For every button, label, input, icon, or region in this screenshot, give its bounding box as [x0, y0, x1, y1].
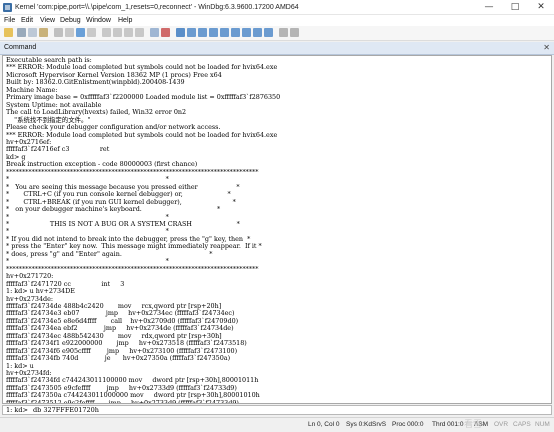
disassembly-icon[interactable]	[242, 28, 251, 37]
restart-icon[interactable]	[65, 28, 74, 37]
paste-icon[interactable]	[39, 28, 48, 37]
callstack-icon[interactable]	[231, 28, 240, 37]
menu-debug[interactable]: Debug	[60, 16, 81, 25]
cut-icon[interactable]	[17, 28, 26, 37]
break-icon[interactable]	[76, 28, 85, 37]
watch-icon[interactable]	[187, 28, 196, 37]
window-controls: — □ ✕	[476, 0, 554, 14]
menu-file[interactable]: File	[4, 16, 15, 25]
toolbar	[0, 26, 554, 41]
scratchpad-icon[interactable]	[253, 28, 262, 37]
font-icon[interactable]	[279, 28, 288, 37]
close-icon[interactable]: ✕	[543, 42, 550, 53]
menu-window[interactable]: Window	[86, 16, 111, 25]
kd-prompt: 1: kd>	[6, 406, 28, 414]
command-output[interactable]: Executable search path is: *** ERROR: Mo…	[2, 55, 552, 404]
menu-edit[interactable]: Edit	[21, 16, 33, 25]
status-caps: CAPS	[513, 421, 531, 428]
windbg-app-icon	[3, 3, 12, 12]
status-position: Ln 0, Col 0	[308, 421, 340, 428]
open-icon[interactable]	[4, 28, 13, 37]
go-icon[interactable]	[54, 28, 63, 37]
menu-bar: File Edit View Debug Window Help	[0, 15, 554, 26]
output-line: fffffaf3`f24734fb 740d je hv+0x27350a (f…	[6, 354, 231, 363]
step-over-icon[interactable]	[113, 28, 122, 37]
locals-icon[interactable]	[198, 28, 207, 37]
step-out-icon[interactable]	[124, 28, 133, 37]
stop-icon[interactable]	[87, 28, 96, 37]
status-thread: Thrd 001:0	[432, 421, 464, 428]
command-window-header: Command ✕	[0, 42, 554, 55]
output-line: fffffaf3`f2473512 e9c2feffff jmp hv+0x27…	[6, 398, 239, 404]
memory-icon[interactable]	[220, 28, 229, 37]
status-sys: Sys 0:KdSrvS	[346, 421, 387, 428]
command-icon[interactable]	[176, 28, 185, 37]
options-icon[interactable]	[290, 28, 299, 37]
title-bar: Kernel 'com:pipe,port=\\.\pipe\com_1,res…	[0, 0, 554, 15]
command-input-row: 1: kd> db 327FFFE01720h	[2, 405, 552, 415]
status-num: NUM	[535, 421, 550, 428]
registers-icon[interactable]	[209, 28, 218, 37]
copy-icon[interactable]	[28, 28, 37, 37]
menu-view[interactable]: View	[40, 16, 55, 25]
command-input[interactable]: db 327FFFE01720h	[33, 406, 99, 414]
step-into-icon[interactable]	[102, 28, 111, 37]
source-mode-icon[interactable]	[150, 28, 159, 37]
menu-help[interactable]: Help	[118, 16, 132, 25]
window-title: Kernel 'com:pipe,port=\\.\pipe\com_1,res…	[15, 4, 299, 11]
command-window-title: Command	[4, 44, 37, 51]
run-to-cursor-icon[interactable]	[135, 28, 144, 37]
status-ovr: OVR	[494, 421, 509, 428]
close-button[interactable]: ✕	[528, 0, 554, 14]
breakpoint-icon[interactable]	[161, 28, 170, 37]
processes-icon[interactable]	[264, 28, 273, 37]
watermark: 看雪	[464, 419, 483, 429]
output-text: Executable search path is: *** ERROR: Mo…	[3, 56, 551, 404]
status-proc: Proc 000:0	[392, 421, 424, 428]
minimize-button[interactable]: —	[476, 0, 502, 14]
maximize-button[interactable]: □	[502, 0, 528, 14]
